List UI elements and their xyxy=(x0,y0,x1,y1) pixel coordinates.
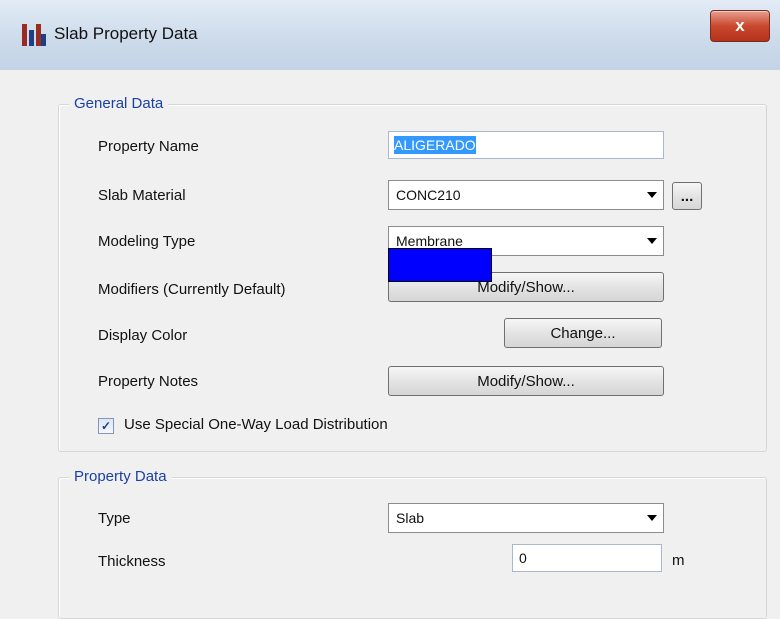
title-bar: Slab Property Data x xyxy=(0,0,780,71)
thickness-value: 0 xyxy=(519,550,527,566)
thickness-unit: m xyxy=(672,552,685,569)
type-dropdown[interactable]: Slab xyxy=(388,503,664,533)
slab-material-dropdown[interactable]: CONC210 xyxy=(388,180,664,210)
window-title: Slab Property Data xyxy=(54,24,198,43)
checkmark-icon: ✓ xyxy=(100,419,112,433)
property-name-value: ALIGERADO xyxy=(394,136,476,154)
property-name-label: Property Name xyxy=(98,138,199,155)
thickness-input[interactable]: 0 xyxy=(512,544,662,572)
thickness-label: Thickness xyxy=(98,553,166,570)
modeling-type-value: Membrane xyxy=(396,233,463,249)
material-browse-button[interactable]: ... xyxy=(672,182,702,210)
modifiers-label: Modifiers (Currently Default) xyxy=(98,281,286,298)
property-notes-label: Property Notes xyxy=(98,373,199,390)
change-color-button[interactable]: Change... xyxy=(504,318,662,348)
slab-material-value: CONC210 xyxy=(396,187,461,203)
close-button[interactable]: x xyxy=(710,10,770,42)
slab-material-label: Slab Material xyxy=(98,187,186,204)
app-icon xyxy=(22,24,46,46)
display-color-swatch xyxy=(388,248,492,282)
one-way-load-label: Use Special One-Way Load Distribution xyxy=(124,416,388,433)
general-data-legend: General Data xyxy=(69,95,169,112)
chevron-down-icon xyxy=(647,238,657,244)
chevron-down-icon xyxy=(647,192,657,198)
type-label: Type xyxy=(98,510,131,527)
one-way-load-checkbox[interactable]: ✓ xyxy=(98,418,114,434)
type-value: Slab xyxy=(396,510,425,526)
property-name-input[interactable]: ALIGERADO xyxy=(388,131,664,159)
chevron-down-icon xyxy=(647,515,657,521)
notes-modify-show-button[interactable]: Modify/Show... xyxy=(388,366,664,396)
display-color-label: Display Color xyxy=(98,327,188,344)
property-data-legend: Property Data xyxy=(69,468,172,485)
modeling-type-label: Modeling Type xyxy=(98,233,196,250)
